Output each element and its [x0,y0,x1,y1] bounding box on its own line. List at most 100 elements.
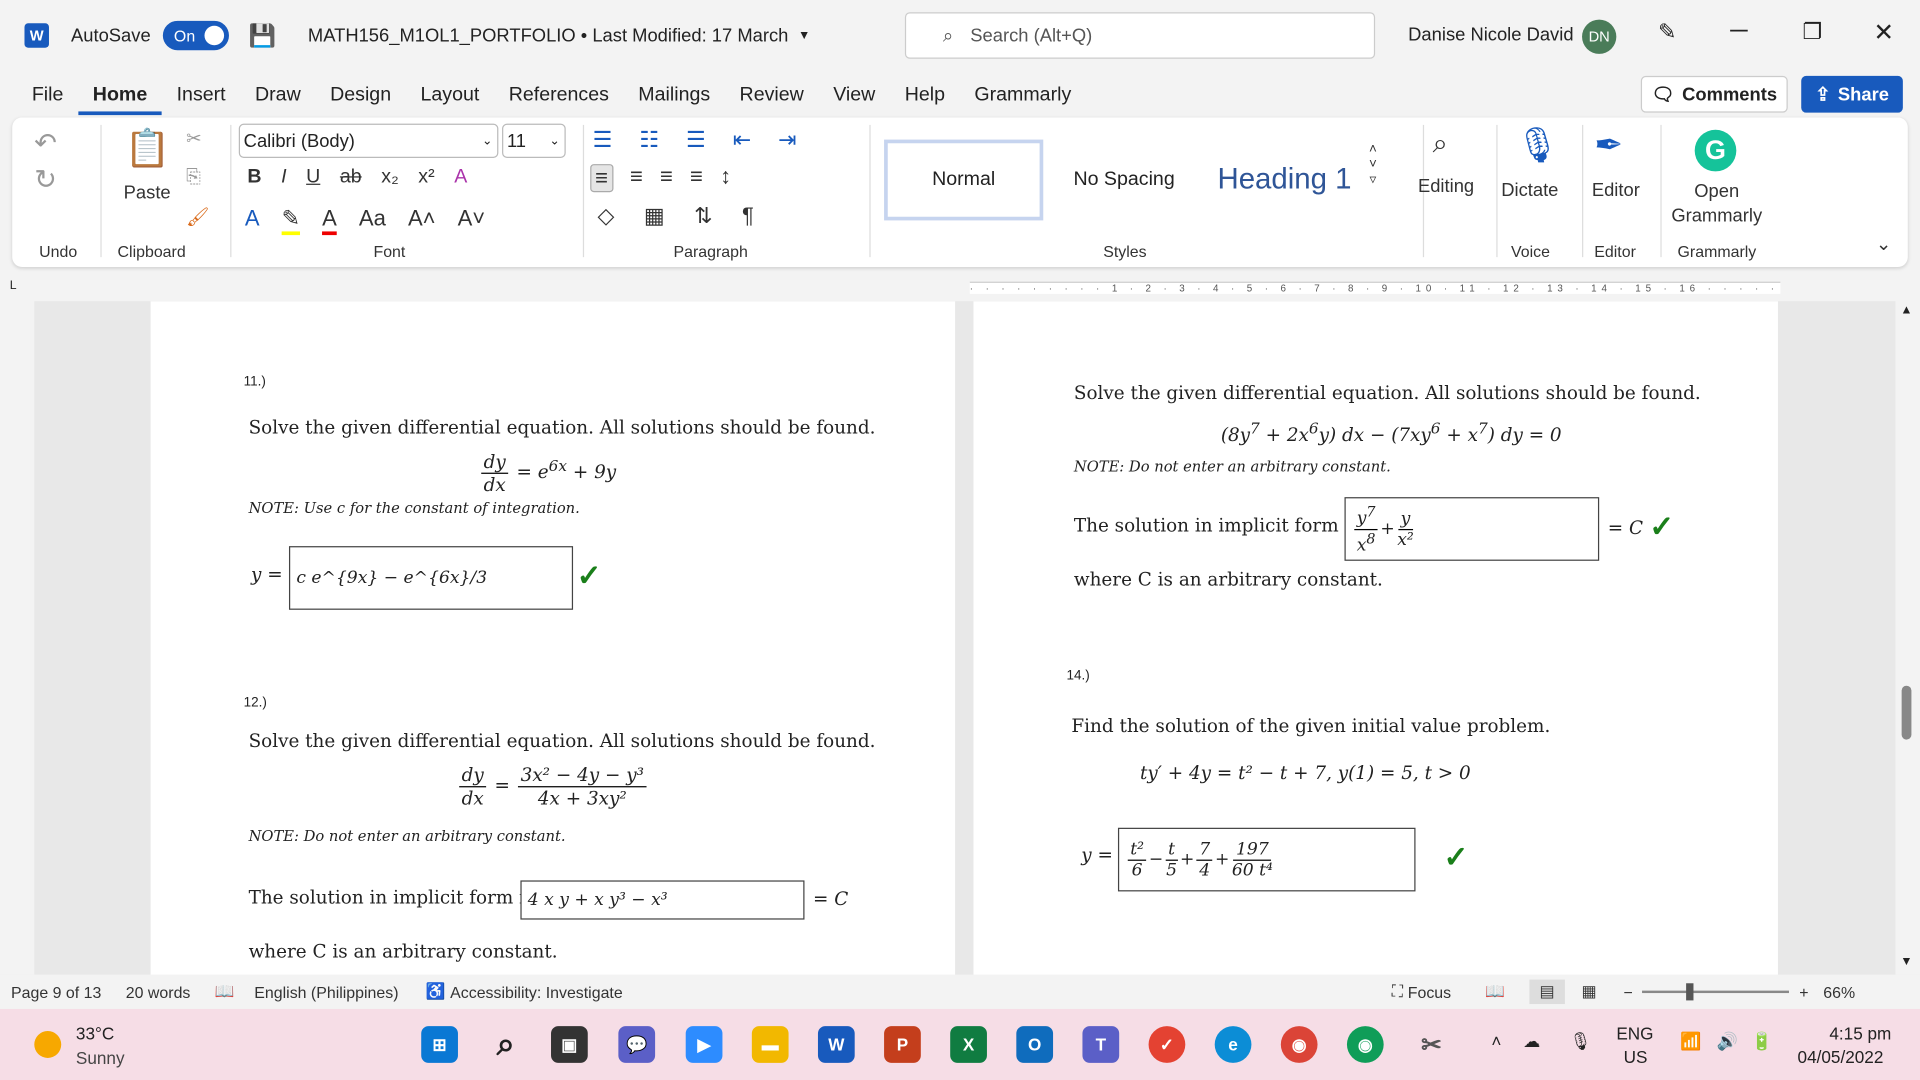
font-size-select[interactable]: 11 ⌄ [502,123,566,158]
edge-icon[interactable]: e [1214,1026,1252,1063]
font-color-icon[interactable]: A [322,206,337,236]
chrome-icon[interactable]: ◉ [1280,1026,1318,1063]
chevron-down-icon[interactable]: ▼ [798,29,810,42]
close-button[interactable]: ✕ [1873,17,1894,48]
paste-icon[interactable]: 📋 [125,127,171,170]
start-icon[interactable]: ⊞ [421,1026,458,1063]
increase-indent-icon[interactable]: ⇥ [778,127,796,153]
align-right-button[interactable]: ≡ [660,164,673,192]
borders-icon[interactable]: ▦ [644,203,665,229]
font-name-select[interactable]: Calibri (Body) ⌄ [238,123,499,158]
save-icon[interactable]: 💾 [249,23,276,49]
word-taskbar-icon[interactable]: W [817,1026,855,1063]
language[interactable]: English (Philippines) [254,983,398,1001]
tab-design[interactable]: Design [315,78,405,115]
tab-insert[interactable]: Insert [162,78,240,115]
clear-formatting-icon[interactable]: A [454,167,467,189]
proofing-icon[interactable]: 📖 [215,982,235,1002]
answer-input[interactable]: 4 x y + x y³ − x³ [520,880,805,920]
show-marks-icon[interactable]: ¶ [742,203,754,229]
multilevel-list-icon[interactable]: ☰ [686,127,706,153]
clock-time[interactable]: 4:15 pm [1829,1024,1891,1044]
autosave-toggle[interactable]: On [162,20,230,51]
strikethrough-button[interactable]: ab [340,167,362,189]
tab-view[interactable]: View [818,78,889,115]
minimize-button[interactable]: ─ [1730,17,1747,45]
italic-button[interactable]: I [281,167,286,189]
vertical-scrollbar[interactable]: ▲ ▼ [1895,301,1920,975]
tab-mailings[interactable]: Mailings [624,78,725,115]
numbering-icon[interactable]: ☷ [639,127,659,153]
input-region[interactable]: US [1624,1047,1648,1067]
input-language[interactable]: ENG [1616,1024,1653,1044]
chat-icon[interactable]: 💬 [618,1026,656,1063]
scroll-up-icon[interactable]: ▲ [1900,304,1912,317]
accessibility-status[interactable]: Accessibility: Investigate [450,983,623,1001]
paste-button[interactable]: Paste [124,182,171,203]
teams-icon[interactable]: T [1082,1026,1120,1063]
scroll-thumb[interactable] [1901,685,1912,740]
tab-references[interactable]: References [494,78,624,115]
tab-home[interactable]: Home [78,78,162,116]
show-hidden-icons[interactable]: ˄ [1491,1031,1501,1051]
restore-button[interactable]: ❐ [1802,20,1822,46]
temperature[interactable]: 33°C [76,1024,114,1044]
editing-button[interactable]: Editing [1418,176,1474,197]
style-normal[interactable]: Normal [884,139,1044,221]
editor-icon[interactable]: ✒ [1594,125,1623,165]
outlook-icon[interactable]: O [1016,1026,1054,1063]
clock-date[interactable]: 04/05/2022 [1798,1047,1884,1067]
ruler[interactable]: L · · · · · · · · · 1 · 2 · 3 · 4 · 5 · … [0,274,1920,302]
focus-button[interactable]: Focus [1408,983,1451,1001]
battery-icon[interactable]: 🔋 [1751,1031,1772,1052]
copy-icon[interactable]: ⎘ [186,167,201,188]
highlight-icon[interactable]: ✎ [281,206,301,236]
file-explorer-icon[interactable]: ▬ [751,1026,789,1063]
editor-button[interactable]: Editor [1592,180,1640,201]
format-painter-icon[interactable]: 🖌 [186,206,209,228]
pen-icon[interactable]: ✎ [1658,20,1676,46]
superscript-button[interactable]: x² [418,167,434,189]
style-heading-1[interactable]: Heading 1 [1212,140,1356,221]
word-count[interactable]: 20 words [126,983,191,1001]
answer-input[interactable]: t² 6 − t5 + 74 + 197 60 t⁴ [1117,827,1416,892]
change-case-icon[interactable]: Aa [359,206,386,235]
align-left-button[interactable]: ≡ [590,164,613,193]
print-layout-icon[interactable]: ▤ [1529,979,1565,1005]
style-no-spacing[interactable]: No Spacing [1053,140,1195,221]
task-view-icon[interactable]: ▣ [551,1026,588,1063]
zoom-level[interactable]: 66% [1823,983,1855,1001]
powerpoint-icon[interactable]: P [884,1026,921,1063]
shrink-font-icon[interactable]: A˅ [458,206,486,235]
snipping-tool-icon[interactable]: ✂ [1413,1026,1450,1063]
comments-button[interactable]: 🗨 Comments [1640,75,1788,113]
cut-icon[interactable]: ✂ [186,127,201,150]
tab-file[interactable]: File [17,78,78,115]
read-mode-icon[interactable]: 📖 [1485,982,1505,1002]
mic-tray-icon[interactable]: 🎙 [1570,1031,1592,1052]
tab-review[interactable]: Review [725,78,819,115]
styles-scroll-button[interactable]: ˄ ˅ ▿ [1369,142,1377,187]
tab-draw[interactable]: Draw [240,78,315,115]
scroll-down-icon[interactable]: ▼ [1900,955,1912,968]
subscript-button[interactable]: x₂ [381,167,398,189]
find-icon[interactable]: ⌕ [1433,127,1448,159]
line-spacing-icon[interactable]: ↕ [720,164,731,192]
web-layout-icon[interactable]: ▦ [1581,982,1596,1002]
todo-icon[interactable]: ✓ [1148,1026,1186,1063]
answer-input[interactable]: c e^{9x} − e^{6x}/3 [288,546,574,610]
tab-help[interactable]: Help [890,78,960,115]
grow-font-icon[interactable]: A˄ [408,206,436,235]
zoom-app-icon[interactable]: ▶ [685,1026,723,1063]
share-button[interactable]: ⇪ Share [1801,75,1903,113]
dictate-button[interactable]: Dictate [1501,180,1558,201]
bullets-icon[interactable]: ☰ [593,127,613,153]
microphone-icon[interactable]: 🎙 [1516,125,1560,165]
underline-button[interactable]: U [306,167,320,189]
avatar[interactable]: DN [1582,19,1617,54]
text-effects-icon[interactable]: A [245,206,260,235]
zoom-in-button[interactable]: + [1799,983,1808,1001]
search-box[interactable]: ⌕ Search (Alt+Q) [904,12,1376,59]
zoom-slider[interactable] [1642,983,1790,1001]
shading-icon[interactable]: ◇ [598,203,615,229]
